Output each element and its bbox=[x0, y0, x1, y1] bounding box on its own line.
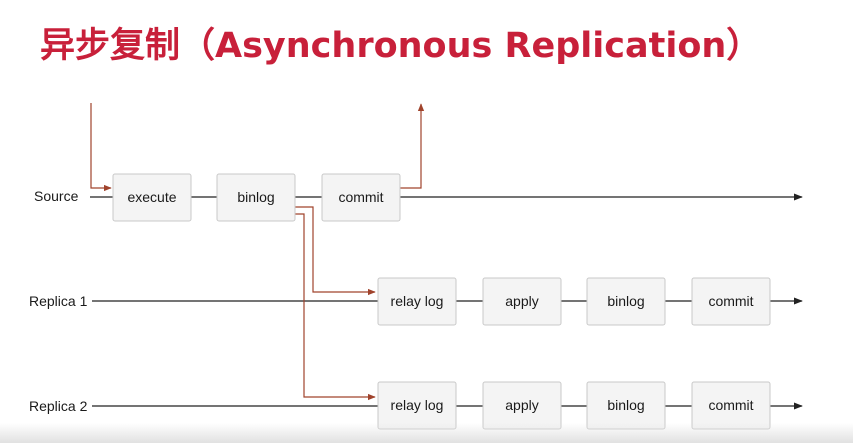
replica1-step-binlog: binlog bbox=[586, 277, 666, 326]
client-request-arrow bbox=[90, 103, 112, 192]
lane-label-replica-1: Replica 1 bbox=[29, 293, 88, 309]
lane-label-replica-2: Replica 2 bbox=[29, 398, 88, 414]
replicate-to-replica2-arrow bbox=[295, 213, 376, 401]
svg-text:commit: commit bbox=[338, 189, 383, 205]
source-step-commit: commit bbox=[321, 173, 401, 222]
svg-text:apply: apply bbox=[505, 397, 538, 413]
replica2-step-binlog: binlog bbox=[586, 381, 666, 430]
svg-text:commit: commit bbox=[708, 293, 753, 309]
svg-text:execute: execute bbox=[127, 189, 176, 205]
replica1-step-apply: apply bbox=[482, 277, 562, 326]
bottom-fade bbox=[0, 423, 853, 443]
replica2-step-apply: apply bbox=[482, 381, 562, 430]
replica2-step-commit: commit bbox=[691, 381, 771, 430]
svg-text:binlog: binlog bbox=[607, 397, 644, 413]
svg-text:relay log: relay log bbox=[391, 293, 444, 309]
replica1-step-commit: commit bbox=[691, 277, 771, 326]
replication-diagram: Source Replica 1 Replica 2 execute binlo… bbox=[29, 103, 803, 430]
client-response-arrow bbox=[400, 103, 425, 189]
svg-text:binlog: binlog bbox=[237, 189, 274, 205]
replica2-step-relay-log: relay log bbox=[377, 381, 457, 430]
svg-text:apply: apply bbox=[505, 293, 538, 309]
source-step-execute: execute bbox=[112, 173, 192, 222]
svg-text:binlog: binlog bbox=[607, 293, 644, 309]
svg-text:commit: commit bbox=[708, 397, 753, 413]
replica1-step-relay-log: relay log bbox=[377, 277, 457, 326]
svg-text:relay log: relay log bbox=[391, 397, 444, 413]
lane-label-source: Source bbox=[34, 188, 79, 204]
source-step-binlog: binlog bbox=[216, 173, 296, 222]
